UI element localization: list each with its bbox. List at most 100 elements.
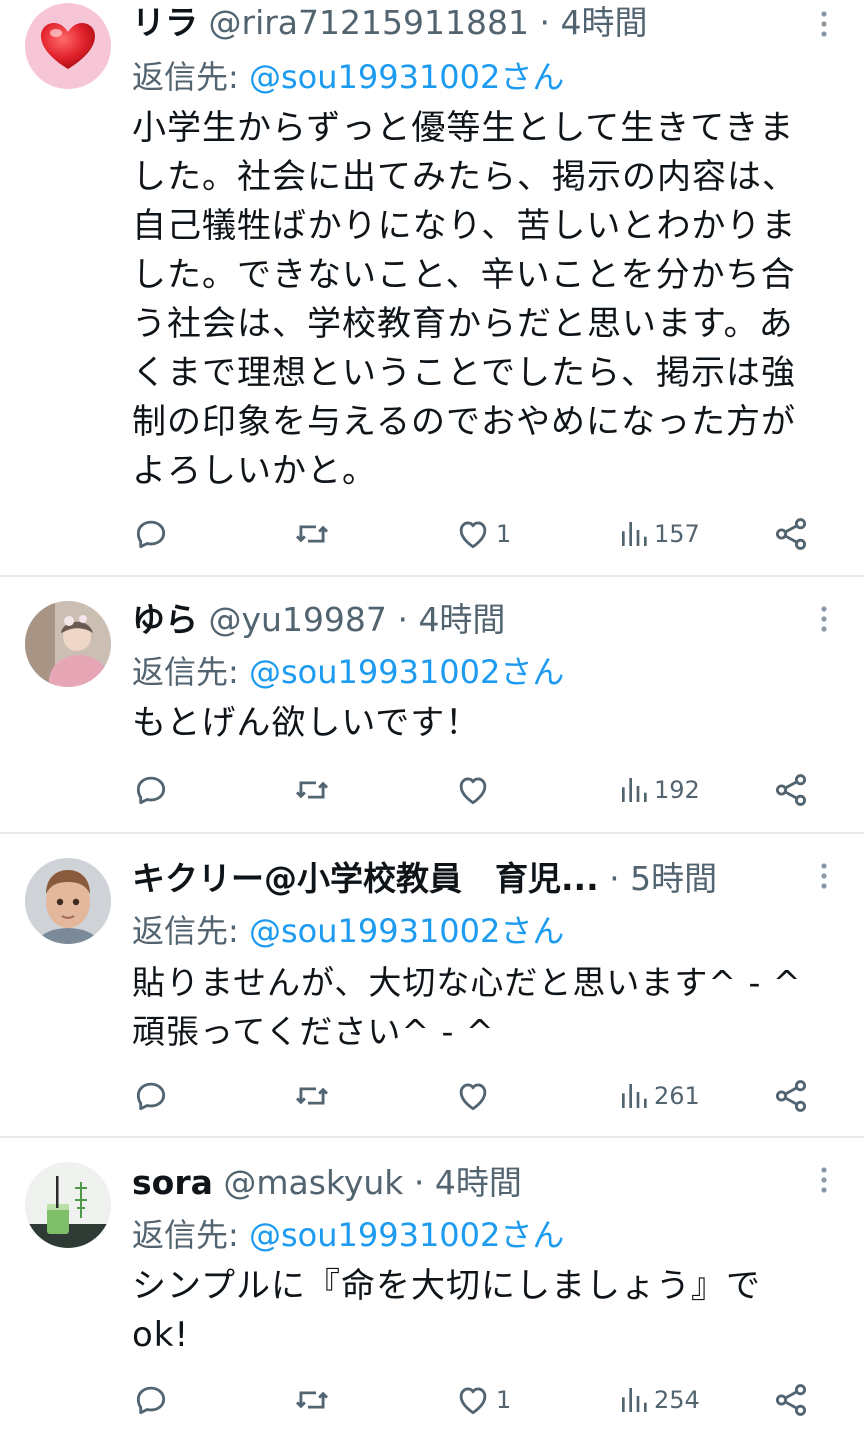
- tweet[interactable]: sora @maskyuk · 4時間 返信先: @sou19931002さん …: [0, 1138, 864, 1444]
- green-drink-photo-icon: [25, 1162, 111, 1248]
- avatar[interactable]: [25, 1162, 111, 1248]
- views-icon: [622, 522, 647, 546]
- view-count: 157: [654, 520, 700, 548]
- tweet-text-line: よろしいかと。: [132, 451, 377, 491]
- more-options-icon[interactable]: [804, 856, 844, 896]
- more-options-icon[interactable]: [804, 1160, 844, 1200]
- share-icon: [775, 1384, 807, 1416]
- reply-button[interactable]: [132, 1380, 170, 1420]
- timestamp[interactable]: 4時間: [418, 600, 505, 639]
- reply-button[interactable]: [132, 1076, 170, 1116]
- share-button[interactable]: [772, 1076, 810, 1116]
- timestamp[interactable]: 4時間: [560, 3, 647, 42]
- views-button[interactable]: 157: [618, 514, 700, 554]
- more-options-icon[interactable]: [804, 4, 844, 44]
- tweet-text: シンプルに『命を大切にしましょう』で ok!: [132, 1262, 844, 1360]
- reply-to-mention[interactable]: @sou19931002さん: [249, 912, 564, 950]
- display-name[interactable]: リラ: [132, 3, 198, 42]
- tweet-text-line: 制の印象を与えるのでおやめになった方が: [132, 402, 796, 442]
- separator-dot: ·: [609, 859, 620, 898]
- like-button[interactable]: [454, 1076, 496, 1116]
- action-bar: 1 157: [132, 514, 824, 554]
- separator-dot: ·: [413, 1163, 425, 1202]
- tweet-text-line: もとげん欲しいです！: [132, 703, 481, 743]
- separator-dot: ·: [397, 600, 408, 639]
- person-photo-icon: [25, 601, 111, 687]
- tweet-text-line: 頑張ってください^ - ^: [132, 1012, 495, 1051]
- user-handle[interactable]: @yu19987: [209, 600, 387, 639]
- heart-outline-icon: [459, 777, 487, 805]
- view-count: 261: [654, 1082, 700, 1110]
- tweet-text-line: う社会は、学校教育からだと思います。あ: [132, 304, 794, 344]
- tweet-text: 貼りませんが、大切な心だと思います^ - ^ 頑張ってください^ - ^: [132, 958, 844, 1056]
- reply-button[interactable]: [132, 514, 170, 554]
- action-bar: 192: [132, 770, 824, 810]
- retweet-button[interactable]: [292, 514, 332, 554]
- reply-to-line: 返信先: @sou19931002さん: [132, 52, 844, 102]
- reply-to-mention[interactable]: @sou19931002さん: [249, 653, 564, 691]
- action-bar: 261: [132, 1076, 824, 1116]
- tweet-text-line: した。できないこと、辛いことを分かち合: [132, 255, 796, 295]
- reply-to-line: 返信先: @sou19931002さん: [132, 906, 844, 956]
- share-button[interactable]: [772, 514, 810, 554]
- heart-outline-icon: [459, 1083, 487, 1111]
- like-button[interactable]: [454, 770, 496, 810]
- share-button[interactable]: [772, 770, 810, 810]
- tweet-text: 小学生からずっと優等生として生きてきま した。社会に出てみたら、掲示の内容は、 …: [132, 104, 844, 496]
- reply-to-line: 返信先: @sou19931002さん: [132, 647, 844, 697]
- reply-icon: [136, 1082, 166, 1111]
- tweet-header: キクリー@小学校教員 育児... · 5時間: [132, 856, 844, 902]
- tweet-text: もとげん欲しいです！: [132, 699, 844, 748]
- display-name[interactable]: sora: [132, 1163, 213, 1202]
- share-button[interactable]: [772, 1380, 810, 1420]
- tweet[interactable]: リラ @rira71215911881 · 4時間 返信先: @sou19931…: [0, 0, 864, 577]
- views-icon: [622, 1388, 647, 1412]
- tweet-text-line: した。社会に出てみたら、掲示の内容は、: [132, 157, 797, 197]
- tweet-text-line: 貼りませんが、大切な心だと思います^ - ^: [132, 963, 802, 1002]
- tweet[interactable]: キクリー@小学校教員 育児... · 5時間 返信先: @sou19931002…: [0, 834, 864, 1138]
- views-icon: [622, 778, 647, 802]
- more-options-icon[interactable]: [804, 599, 844, 639]
- display-name[interactable]: キクリー@小学校教員 育児...: [132, 859, 599, 898]
- tweet[interactable]: ゆら @yu19987 · 4時間 返信先: @sou19931002さん もと…: [0, 577, 864, 834]
- views-button[interactable]: 192: [618, 770, 700, 810]
- views-button[interactable]: 261: [618, 1076, 700, 1116]
- avatar[interactable]: [25, 858, 111, 944]
- reply-button[interactable]: [132, 770, 170, 810]
- retweet-icon: [295, 781, 329, 799]
- separator-dot: ·: [539, 3, 550, 42]
- retweet-button[interactable]: [292, 1380, 332, 1420]
- timestamp[interactable]: 4時間: [435, 1163, 522, 1202]
- tweet-text-line: くまで理想ということでしたら、掲示は強: [132, 353, 796, 393]
- heart-outline-icon: [459, 1387, 487, 1415]
- reply-to-mention[interactable]: @sou19931002さん: [249, 58, 564, 96]
- views-button[interactable]: 254: [618, 1380, 700, 1420]
- retweet-button[interactable]: [292, 770, 332, 810]
- avatar[interactable]: [25, 3, 111, 89]
- reply-to-mention[interactable]: @sou19931002さん: [249, 1216, 564, 1254]
- reply-icon: [136, 1386, 166, 1415]
- heart-outline-icon: [459, 521, 487, 549]
- reply-to-label: 返信先:: [132, 1216, 249, 1254]
- retweet-icon: [295, 1391, 329, 1409]
- view-count: 254: [654, 1386, 700, 1414]
- avatar[interactable]: [25, 601, 111, 687]
- display-name[interactable]: ゆら: [132, 600, 198, 639]
- views-icon: [622, 1084, 647, 1108]
- share-icon: [775, 774, 807, 806]
- reply-to-label: 返信先:: [132, 653, 249, 691]
- heart-icon: [41, 23, 95, 69]
- retweet-button[interactable]: [292, 1076, 332, 1116]
- reply-feed: リラ @rira71215911881 · 4時間 返信先: @sou19931…: [0, 0, 864, 1444]
- timestamp[interactable]: 5時間: [630, 859, 717, 898]
- reply-to-label: 返信先:: [132, 58, 249, 96]
- user-handle[interactable]: @rira71215911881: [209, 3, 529, 42]
- tweet-text-line: シンプルに『命を大切にしましょう』で: [132, 1266, 761, 1306]
- tweet-header: リラ @rira71215911881 · 4時間: [132, 0, 844, 46]
- user-handle[interactable]: @maskyuk: [223, 1163, 403, 1202]
- share-icon: [775, 1080, 807, 1112]
- tweet-header: ゆら @yu19987 · 4時間: [132, 597, 844, 643]
- like-button[interactable]: 1: [454, 1380, 511, 1420]
- like-button[interactable]: 1: [454, 514, 511, 554]
- action-bar: 1 254: [132, 1380, 824, 1420]
